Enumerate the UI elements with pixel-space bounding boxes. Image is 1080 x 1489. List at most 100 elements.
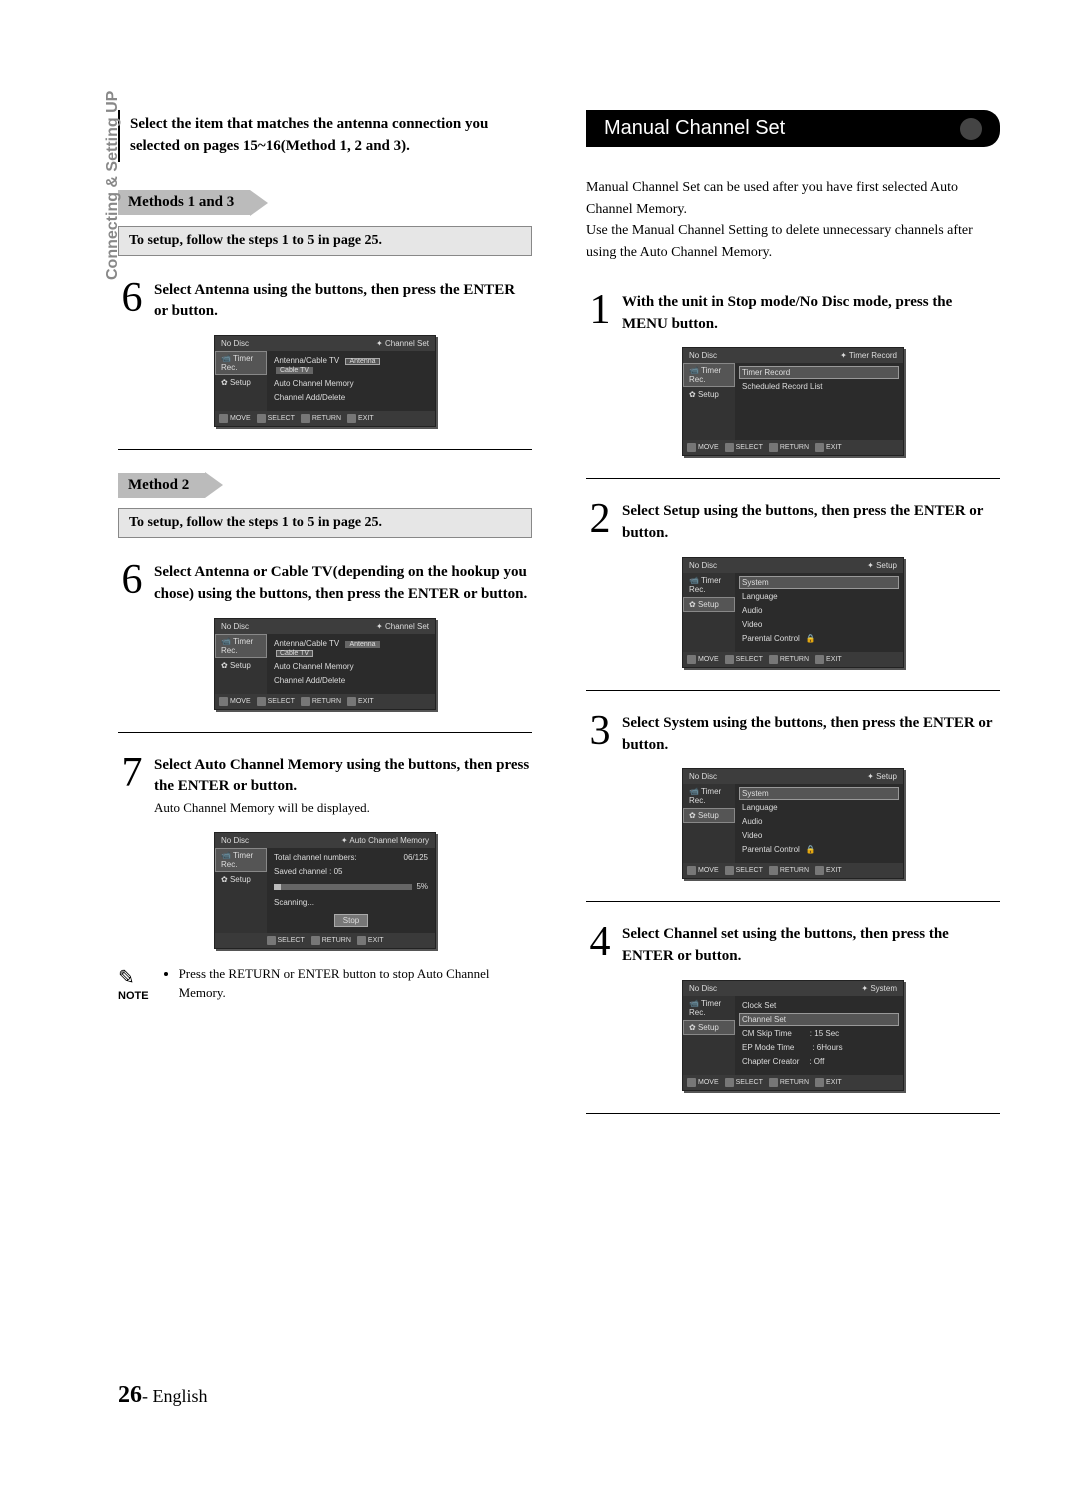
menu-ep-mode: EP Mode Time: 6Hours [739, 1041, 899, 1054]
osd-breadcrumb: Setup [876, 561, 897, 570]
step-number: 3 [586, 713, 614, 757]
menu-auto-ch-mem: Auto Channel Memory [271, 377, 431, 390]
menu-system: System [739, 787, 899, 800]
foot-exit: EXIT [826, 1079, 842, 1086]
step-text: Select Setup using the buttons, then pre… [622, 501, 1000, 545]
sidebar-setup: ✿ Setup [215, 872, 267, 887]
foot-move: MOVE [698, 1079, 719, 1086]
osd-channel-set-a: No Disc✦ Channel Set 📹 Timer Rec. ✿ Setu… [214, 335, 436, 427]
stop-button: Stop [334, 914, 368, 927]
menu-system: System [739, 576, 899, 589]
foot-select: SELECT [736, 1079, 763, 1086]
total-channels-row: Total channel numbers:06/125 [271, 851, 431, 864]
osd-title: No Disc [689, 351, 717, 360]
return-icon [769, 866, 778, 875]
foot-move: MOVE [698, 444, 719, 451]
step-number: 1 [586, 292, 614, 336]
return-icon [769, 655, 778, 664]
divider [586, 1113, 1000, 1114]
step-number: 2 [586, 501, 614, 545]
select-icon [725, 655, 734, 664]
method-2-label: Method 2 [118, 473, 205, 498]
sidebar-setup: ✿ Setup [215, 375, 267, 390]
sidebar-timer-rec: 📹 Timer Rec. [215, 351, 267, 375]
divider [118, 732, 532, 733]
move-icon [219, 697, 228, 706]
foot-return: RETURN [312, 415, 341, 422]
select-icon [257, 414, 266, 423]
exit-icon [815, 443, 824, 452]
exit-icon [815, 1078, 824, 1087]
osd-breadcrumb: Channel Set [385, 339, 429, 348]
foot-return: RETURN [780, 444, 809, 451]
foot-select: SELECT [736, 444, 763, 451]
setup-hint-1: To setup, follow the steps 1 to 5 in pag… [118, 226, 532, 256]
step-text: Select Antenna using the buttons, then p… [154, 280, 532, 324]
menu-language: Language [739, 801, 899, 814]
foot-select: SELECT [736, 656, 763, 663]
sidebar-timer-rec: 📹 Timer Rec. [683, 573, 735, 597]
menu-timer-record: Timer Record [739, 366, 899, 379]
foot-exit: EXIT [826, 444, 842, 451]
menu-video: Video [739, 829, 899, 842]
menu-scheduled-list: Scheduled Record List [739, 380, 899, 393]
step-number: 7 [118, 755, 146, 820]
methods-1-3-label: Methods 1 and 3 [118, 190, 250, 215]
chevron-right-icon [205, 472, 223, 498]
osd-breadcrumb: Timer Record [849, 351, 897, 360]
step-3: 3 Select System using the buttons, then … [586, 713, 1000, 757]
osd-setup-a: No Disc✦ Setup 📹 Timer Rec. ✿ Setup Syst… [682, 557, 904, 668]
foot-return: RETURN [322, 937, 351, 944]
foot-exit: EXIT [826, 656, 842, 663]
divider [586, 690, 1000, 691]
osd-title: No Disc [221, 339, 249, 348]
pencil-note-icon: ✎ [118, 965, 149, 990]
select-icon [725, 443, 734, 452]
step-4: 4 Select Channel set using the buttons, … [586, 924, 1000, 968]
step-desc: Auto Channel Memory will be displayed. [154, 800, 370, 815]
step-number: 6 [118, 280, 146, 324]
menu-channel-set: Channel Set [739, 1013, 899, 1026]
left-column: Select the item that matches the antenna… [118, 110, 532, 1136]
sidebar-setup: ✿ Setup [683, 1020, 735, 1035]
foot-exit: EXIT [358, 415, 374, 422]
return-icon [301, 414, 310, 423]
menu-ch-add-del: Channel Add/Delete [271, 391, 431, 404]
step-6b: 6 Select Antenna or Cable TV(depending o… [118, 562, 532, 606]
step-7: 7 Select Auto Channel Memory using the b… [118, 755, 532, 820]
osd-breadcrumb: Auto Channel Memory [349, 836, 429, 845]
osd-title: No Disc [689, 984, 717, 993]
osd-breadcrumb: System [870, 984, 897, 993]
foot-exit: EXIT [826, 867, 842, 874]
move-icon [219, 414, 228, 423]
select-icon [257, 697, 266, 706]
footer-dash: - [142, 1386, 148, 1406]
scanning-label: Scanning... [271, 896, 431, 909]
move-icon [687, 655, 696, 664]
foot-move: MOVE [698, 867, 719, 874]
foot-return: RETURN [780, 867, 809, 874]
page-number: 26 [118, 1382, 142, 1408]
osd-title: No Disc [689, 561, 717, 570]
menu-parental: Parental Control🔒 [739, 632, 899, 645]
return-icon [769, 1078, 778, 1087]
menu-antenna-cable: Antenna/Cable TV Antenna Cable TV [271, 637, 431, 659]
menu-language: Language [739, 590, 899, 603]
osd-breadcrumb: Setup [876, 772, 897, 781]
osd-breadcrumb: Channel Set [385, 622, 429, 631]
select-icon [725, 1078, 734, 1087]
return-icon [301, 697, 310, 706]
divider [586, 901, 1000, 902]
page-footer: 26- English [118, 1382, 208, 1409]
pill-title: Manual Channel Set [604, 117, 785, 140]
foot-move: MOVE [698, 656, 719, 663]
lock-icon: 🔒 [806, 634, 816, 643]
step-text: Select Auto Channel Memory using the but… [154, 755, 532, 820]
right-column: Manual Channel Set Manual Channel Set ca… [586, 110, 1000, 1136]
step-2: 2 Select Setup using the buttons, then p… [586, 501, 1000, 545]
select-icon [267, 936, 276, 945]
option-antenna: Antenna [345, 641, 379, 648]
menu-ch-add-del: Channel Add/Delete [271, 674, 431, 687]
menu-audio: Audio [739, 815, 899, 828]
foot-return: RETURN [312, 698, 341, 705]
